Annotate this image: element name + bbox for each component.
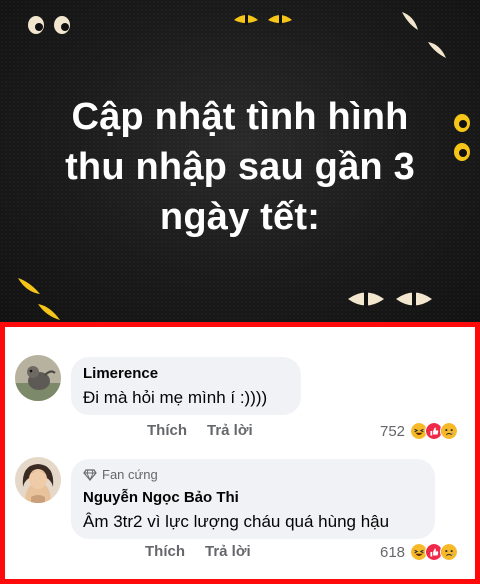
diamond-icon (83, 468, 97, 481)
post-title: Cập nhật tình hình thu nhập sau gần 3 ng… (0, 92, 480, 242)
reply-button[interactable]: Trả lời (205, 543, 251, 560)
post-title-line: Cập nhật tình hình (71, 96, 409, 138)
reactions[interactable] (410, 422, 458, 440)
eyes-bottom-right-icon (348, 291, 432, 307)
eyes-top-right-icon (402, 12, 446, 58)
like-button[interactable]: Thích (145, 543, 185, 560)
reactions[interactable] (410, 543, 458, 561)
avatar[interactable] (15, 457, 61, 503)
post-title-line: thu nhập sau gần 3 (65, 146, 415, 188)
comment-author[interactable]: Nguyễn Ngọc Bảo Thi (83, 489, 239, 506)
reaction-count[interactable]: 618 (380, 544, 405, 561)
post-title-line: ngày tết: (159, 196, 321, 238)
like-button[interactable]: Thích (147, 422, 187, 439)
comment-author[interactable]: Limerence (83, 365, 158, 382)
eyes-bottom-left-icon (18, 278, 60, 320)
post-image: Cập nhật tình hình thu nhập sau gần 3 ng… (0, 0, 480, 322)
eyes-top-left-icon (28, 16, 70, 34)
sad-reaction-icon (440, 422, 458, 440)
fan-badge: Fan cứng (83, 467, 158, 482)
avatar[interactable] (15, 355, 61, 401)
reply-button[interactable]: Trả lời (207, 422, 253, 439)
comment-text: Âm 3tr2 vì lực lượng cháu quá hùng hậu (83, 512, 390, 531)
comments-section: Limerence Đi mà hỏi mẹ mình í :)))) Thíc… (0, 322, 480, 584)
comment-text: Đi mà hỏi mẹ mình í :)))) (83, 388, 268, 407)
sad-reaction-icon (440, 543, 458, 561)
reaction-count[interactable]: 752 (380, 423, 405, 440)
eyes-top-center-icon (234, 13, 292, 25)
fan-badge-label: Fan cứng (102, 467, 158, 482)
